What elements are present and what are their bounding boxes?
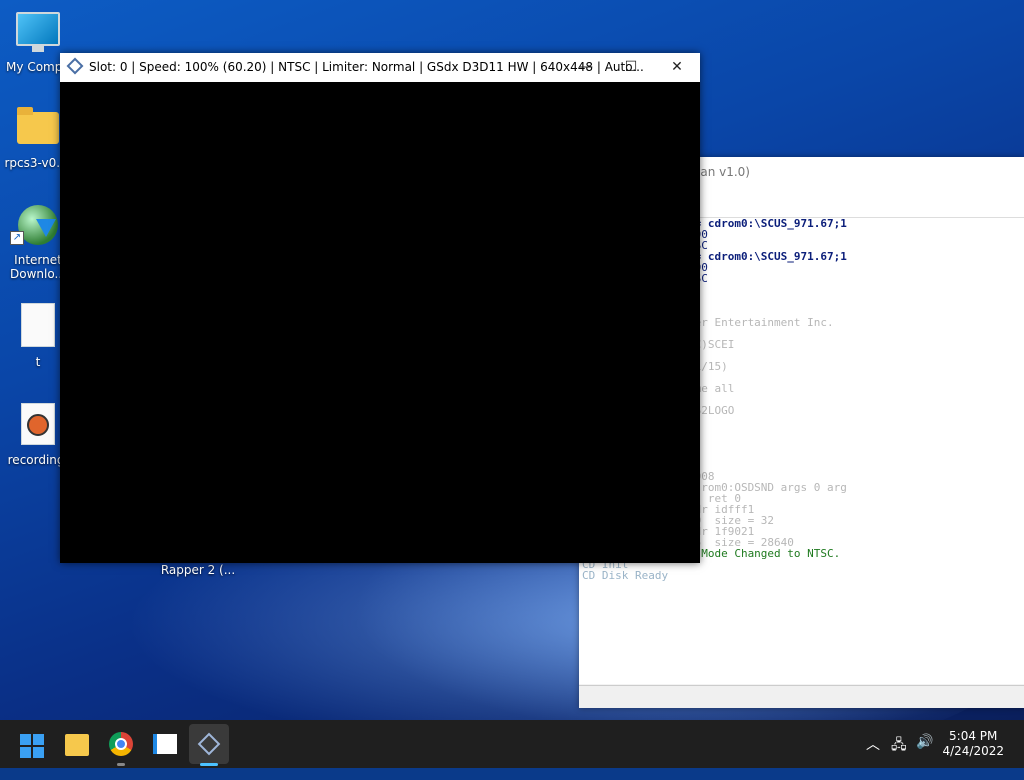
pcsx2-taskbar-icon[interactable] <box>189 724 229 764</box>
pcsx2-active-indicator <box>200 763 218 766</box>
close-button[interactable]: ✕ <box>654 53 700 82</box>
game-render-area[interactable] <box>60 82 700 563</box>
pcsx2-icon <box>66 57 84 75</box>
log-statusbar <box>579 685 1024 708</box>
gs-window-titlebar[interactable]: Slot: 0 | Speed: 100% (60.20) | NTSC | L… <box>60 53 700 82</box>
chrome-running-indicator <box>117 763 125 766</box>
media-file-icon <box>21 403 55 445</box>
network-icon[interactable]: 🖧 <box>891 734 907 758</box>
internet-download-manager-icon: ↗ <box>10 205 58 245</box>
minimize-button[interactable]: — <box>563 53 609 82</box>
emulator-gs-window[interactable]: Slot: 0 | Speed: 100% (60.20) | NTSC | L… <box>60 53 700 563</box>
gs-window-title: Slot: 0 | Speed: 100% (60.20) | NTSC | L… <box>89 60 644 74</box>
file-explorer-icon[interactable] <box>65 734 89 756</box>
folder-icon <box>17 107 59 144</box>
volume-icon[interactable]: 🔊 <box>916 734 933 750</box>
computer-icon <box>16 12 60 52</box>
windows-start-icon[interactable] <box>20 734 44 758</box>
taskbar: ︿ 🖧 🔊 5:04 PM 4/24/2022 <box>0 720 1024 768</box>
film-icon[interactable] <box>153 734 177 754</box>
text-file-icon <box>21 303 55 347</box>
shortcut-arrow-icon: ↗ <box>10 231 24 245</box>
log-line: CD Disk Ready <box>582 569 669 582</box>
desktop-icon-label-rapper[interactable]: Rapper 2 (... <box>158 563 238 577</box>
log-window-title: oan v1.0) <box>693 165 750 179</box>
chrome-icon[interactable] <box>109 732 133 756</box>
clock-time: 5:04 PM <box>949 729 998 743</box>
chevron-up-icon[interactable]: ︿ <box>866 734 880 754</box>
clock-date: 4/24/2022 <box>942 744 1004 758</box>
system-clock[interactable]: 5:04 PM 4/24/2022 <box>942 729 1004 759</box>
maximize-button[interactable]: ☐ <box>608 53 654 82</box>
